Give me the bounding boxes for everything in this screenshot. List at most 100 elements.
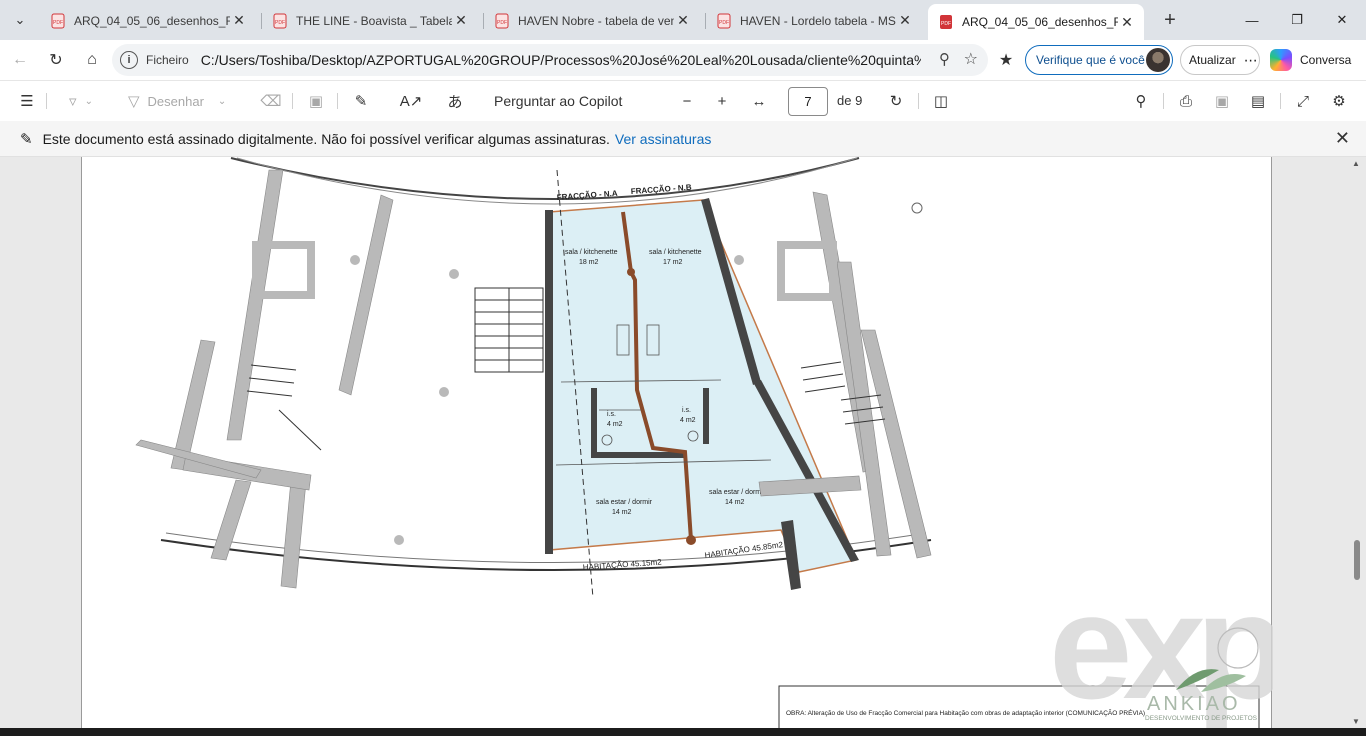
address-bar[interactable]: i Ficheiro C:/Users/Toshiba/Desktop/AZPO…: [112, 44, 988, 76]
navigation-bar: ← ↻ ⌂ i Ficheiro C:/Users/Toshiba/Deskto…: [0, 40, 1366, 80]
copilot-button[interactable]: Conversa: [1270, 48, 1351, 72]
plan-marker-circle: [911, 202, 923, 214]
chevron-down-icon: ⌄: [14, 12, 26, 27]
plan-arc-top: [230, 157, 860, 200]
close-tab-icon[interactable]: ✕: [1118, 14, 1136, 31]
tab-1[interactable]: PDF ARQ_04_05_06_desenhos_Fracc ✕: [40, 5, 256, 36]
close-tab-icon[interactable]: ✕: [452, 12, 470, 29]
svg-text:PDF: PDF: [53, 20, 63, 26]
favorite-star-icon[interactable]: ☆: [964, 49, 978, 69]
page-number-input[interactable]: 7: [788, 87, 828, 116]
svg-text:PDF: PDF: [497, 20, 507, 26]
pdf-file-icon: PDF: [940, 15, 952, 29]
room-label: sala / kitchenette: [649, 249, 702, 256]
room-area-label: 4 m2: [607, 421, 623, 428]
highlight-tool-button[interactable]: ▿ ⌄: [58, 89, 104, 113]
fit-page-icon[interactable]: ↔: [748, 89, 770, 113]
search-icon[interactable]: ⚲: [1130, 89, 1152, 113]
tab-title: HAVEN Nobre - tabela de vend: [518, 13, 674, 28]
home-button[interactable]: ⌂: [78, 46, 106, 74]
ankiao-tagline: DESENVOLVIMENTO DE PROJETOS: [1145, 715, 1258, 722]
toolbar-separator: [918, 93, 919, 109]
read-aloud-icon[interactable]: A↗: [398, 89, 424, 113]
room-area-label: 14 m2: [612, 509, 632, 516]
view-signatures-link[interactable]: Ver assinaturas: [615, 131, 712, 147]
zoom-in-button[interactable]: +: [711, 89, 733, 113]
back-button[interactable]: ←: [6, 46, 34, 74]
verify-label: Verifique que é você: [1036, 53, 1145, 67]
save-icon[interactable]: ▣: [1211, 89, 1233, 113]
more-icon[interactable]: ⋯: [1244, 52, 1258, 69]
scroll-down-icon[interactable]: ▼: [1352, 717, 1360, 726]
copilot-label: Conversa: [1300, 53, 1352, 67]
tab-2[interactable]: PDF THE LINE - Boavista _ Tabela Ve ✕: [262, 5, 478, 36]
pdf-file-icon: PDF: [717, 13, 731, 28]
close-tab-icon[interactable]: ✕: [896, 12, 914, 29]
text-box-icon[interactable]: ▣: [305, 89, 327, 113]
settings-gear-icon[interactable]: ⚙: [1328, 89, 1350, 113]
room-label: i.s.: [682, 407, 691, 414]
new-tab-button[interactable]: +: [1157, 8, 1183, 34]
room-label: sala / kitchenette: [565, 249, 618, 256]
tab-title: HAVEN - Lordelo tabela - MS 2: [740, 13, 896, 28]
left-stairs: [246, 287, 544, 451]
habitation-b-label: HABITAÇÃO 45.85m2: [704, 540, 784, 560]
room-label: sala estar / dormir: [596, 499, 653, 506]
update-button[interactable]: Atualizar ⋯: [1180, 45, 1260, 75]
toolbar-separator: [1280, 93, 1281, 109]
tab-title: THE LINE - Boavista _ Tabela Ve: [296, 13, 452, 28]
floor-plan-drawing: FRACÇÃO - N.A FRACÇÃO - N.B sala / kitch…: [135, 157, 1349, 728]
tab-5-active[interactable]: PDF ARQ_04_05_06_desenhos_Fracc ✕: [928, 4, 1144, 40]
close-icon[interactable]: ✕: [1335, 128, 1350, 149]
ankiao-logo-text: ANKIAO: [1147, 693, 1241, 715]
ask-copilot-button[interactable]: Perguntar ao Copilot: [494, 89, 622, 113]
close-tab-icon[interactable]: ✕: [230, 12, 248, 29]
draw-label: Desenhar: [147, 93, 204, 109]
tab-strip: ⌄ PDF ARQ_04_05_06_desenhos_Fracc ✕ PDF …: [0, 0, 1366, 40]
signature-notice-bar: ✎ Este documento está assinado digitalme…: [0, 121, 1366, 157]
room-area-label: 4 m2: [680, 417, 696, 424]
info-icon[interactable]: i: [120, 51, 138, 69]
toolbar-separator: [46, 93, 47, 109]
search-icon[interactable]: ⚲: [939, 50, 950, 68]
page-view-icon[interactable]: ◫: [930, 89, 952, 113]
restore-button[interactable]: ❐: [1277, 6, 1317, 34]
exp-watermark: exp ® ANKIAO DESENVOLVIMENTO DE PROJETOS: [1049, 562, 1349, 728]
translate-icon[interactable]: あ: [442, 89, 468, 113]
fullscreen-icon[interactable]: ⤢: [1292, 89, 1314, 113]
pdf-viewport[interactable]: FRACÇÃO - N.A FRACÇÃO - N.B sala / kitch…: [0, 157, 1366, 728]
pdf-file-icon: PDF: [273, 13, 287, 28]
close-tab-icon[interactable]: ✕: [674, 12, 692, 29]
tab-4[interactable]: PDF HAVEN - Lordelo tabela - MS 2 ✕: [706, 5, 922, 36]
favorites-icon[interactable]: ★: [992, 46, 1020, 74]
tab-actions-menu-button[interactable]: ⌄: [6, 6, 34, 34]
contents-list-icon[interactable]: ☰: [16, 89, 38, 113]
pdf-file-icon: PDF: [495, 13, 509, 28]
signature-icon[interactable]: ✎: [350, 89, 372, 113]
pdf-file-icon: PDF: [51, 13, 65, 28]
update-label: Atualizar: [1189, 53, 1236, 67]
minimize-button[interactable]: —: [1232, 6, 1272, 34]
page-total: de 9: [837, 93, 863, 108]
eraser-icon[interactable]: ⌫: [260, 89, 282, 113]
rotate-icon[interactable]: ↻: [885, 89, 907, 113]
highlighter-icon: ▿: [69, 93, 77, 110]
chevron-down-icon: ⌄: [217, 95, 227, 107]
print-icon[interactable]: ⎙: [1175, 89, 1197, 113]
draw-tool-button[interactable]: ▽ Desenhar ⌄: [128, 89, 226, 113]
svg-text:PDF: PDF: [275, 20, 285, 26]
tab-3[interactable]: PDF HAVEN Nobre - tabela de vend ✕: [484, 5, 700, 36]
zoom-out-button[interactable]: −: [676, 89, 698, 113]
save-as-icon[interactable]: ▤: [1247, 89, 1269, 113]
url-text[interactable]: C:/Users/Toshiba/Desktop/AZPORTUGAL%20GR…: [201, 52, 921, 68]
profile-verify-button[interactable]: Verifique que é você: [1025, 45, 1173, 75]
fraction-a-label: FRACÇÃO - N.A: [557, 189, 619, 202]
refresh-button[interactable]: ↻: [42, 46, 70, 74]
scrollbar-thumb[interactable]: [1354, 540, 1360, 580]
close-window-button[interactable]: ✕: [1322, 6, 1362, 34]
room-area-label: 17 m2: [663, 259, 683, 266]
room-area-label: 18 m2: [579, 259, 599, 266]
pdf-page: FRACÇÃO - N.A FRACÇÃO - N.B sala / kitch…: [81, 157, 1349, 728]
scroll-up-icon[interactable]: ▲: [1352, 159, 1360, 168]
vertical-scrollbar[interactable]: ▲ ▼: [1352, 157, 1362, 728]
